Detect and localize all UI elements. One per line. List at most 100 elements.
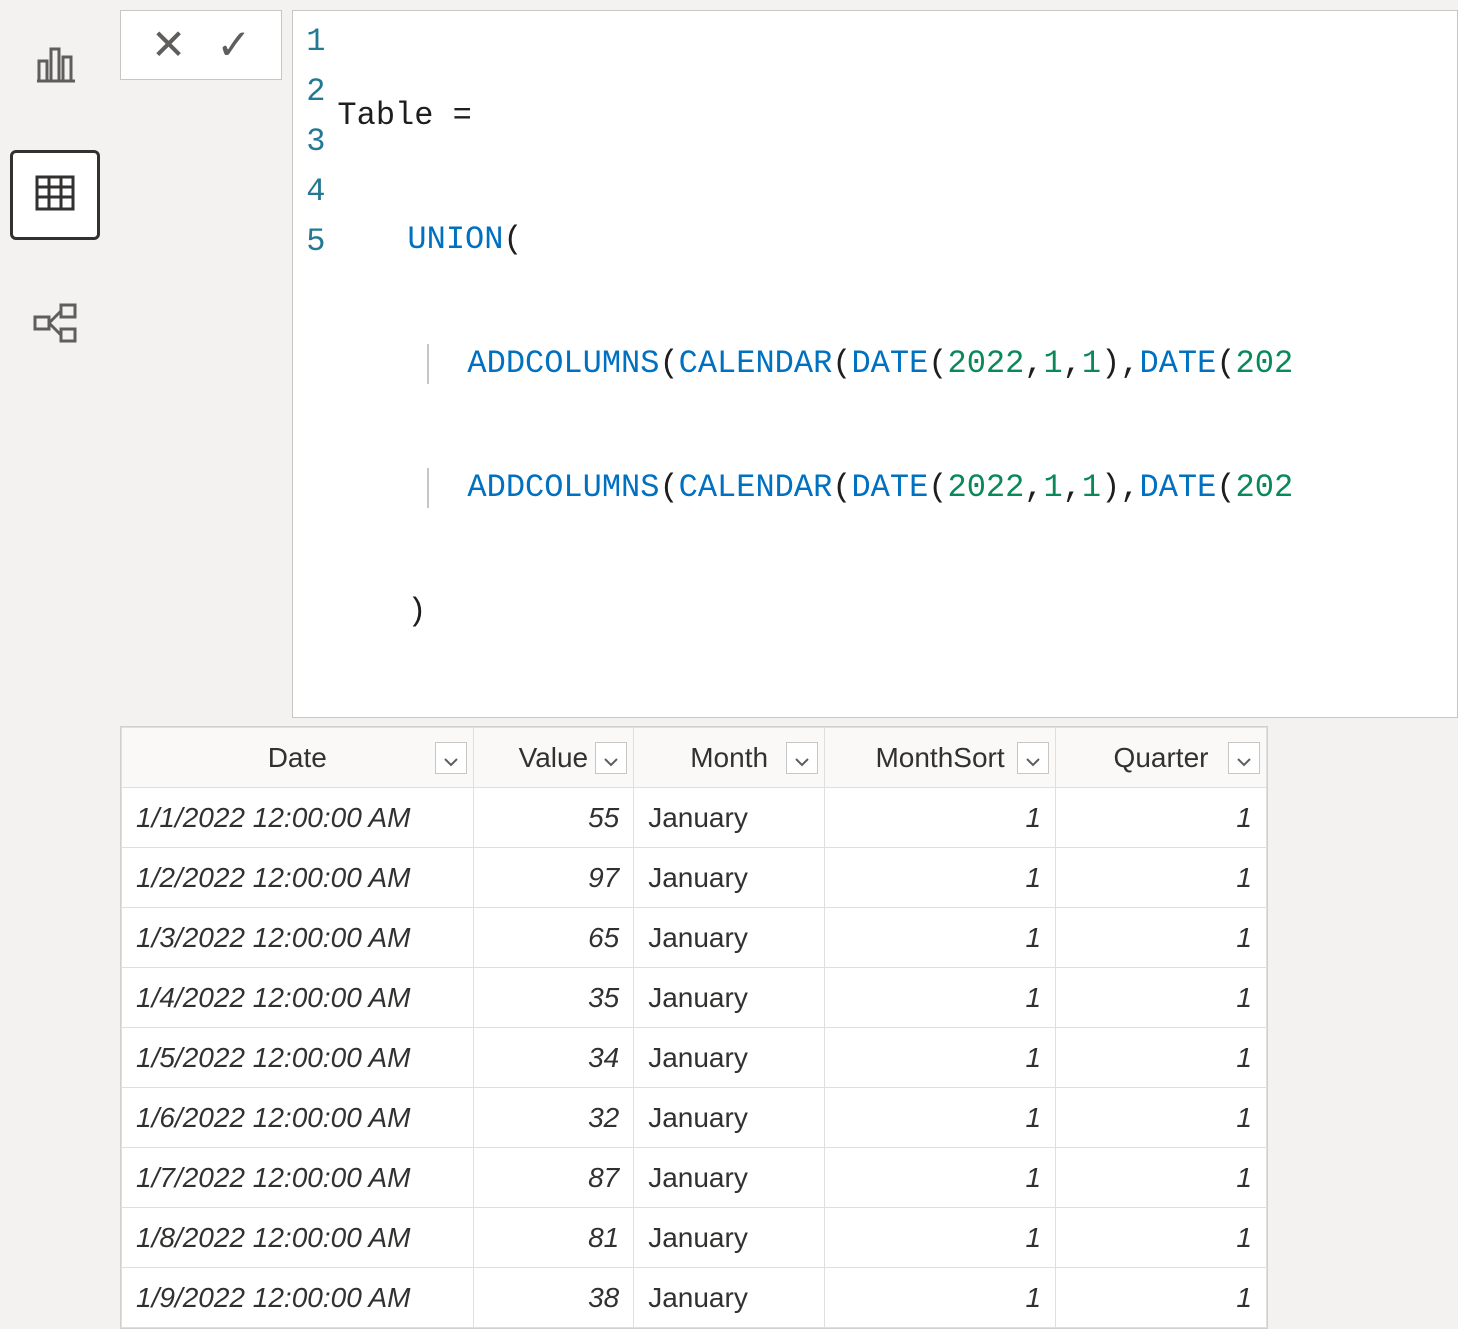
table-row[interactable]: 1/8/2022 12:00:00 AM81January11: [122, 1208, 1267, 1268]
chevron-down-icon: [1237, 742, 1251, 774]
cell-quarter[interactable]: 1: [1056, 968, 1267, 1028]
model-icon: [31, 299, 79, 352]
cell-value[interactable]: 32: [473, 1088, 634, 1148]
chevron-down-icon: [444, 742, 458, 774]
cell-value[interactable]: 34: [473, 1028, 634, 1088]
cell-monthsort[interactable]: 1: [825, 848, 1056, 908]
cell-date[interactable]: 1/6/2022 12:00:00 AM: [122, 1088, 474, 1148]
chevron-down-icon: [795, 742, 809, 774]
code-token: ADDCOLUMNS: [467, 339, 659, 389]
column-header-date[interactable]: Date: [122, 728, 474, 788]
bar-chart-icon: [31, 39, 79, 92]
table-row[interactable]: 1/1/2022 12:00:00 AM55January11: [122, 788, 1267, 848]
table-row[interactable]: 1/6/2022 12:00:00 AM32January11: [122, 1088, 1267, 1148]
code-token: 2022: [947, 339, 1024, 389]
table-row[interactable]: 1/3/2022 12:00:00 AM65January11: [122, 908, 1267, 968]
table-icon: [31, 169, 79, 222]
cell-monthsort[interactable]: 1: [825, 788, 1056, 848]
table-row[interactable]: 1/2/2022 12:00:00 AM97January11: [122, 848, 1267, 908]
column-header-month[interactable]: Month: [634, 728, 825, 788]
cell-monthsort[interactable]: 1: [825, 1208, 1056, 1268]
cell-value[interactable]: 81: [473, 1208, 634, 1268]
cell-date[interactable]: 1/2/2022 12:00:00 AM: [122, 848, 474, 908]
filter-button[interactable]: [1228, 742, 1260, 774]
cell-month[interactable]: January: [634, 1268, 825, 1328]
cell-monthsort[interactable]: 1: [825, 908, 1056, 968]
cancel-formula-button[interactable]: ✕: [151, 24, 186, 66]
cell-month[interactable]: January: [634, 968, 825, 1028]
table-row[interactable]: 1/4/2022 12:00:00 AM35January11: [122, 968, 1267, 1028]
cell-value[interactable]: 35: [473, 968, 634, 1028]
cell-quarter[interactable]: 1: [1056, 1268, 1267, 1328]
commit-formula-button[interactable]: ✓: [216, 24, 251, 66]
cell-month[interactable]: January: [634, 1088, 825, 1148]
editor-gutter: 1 2 3 4 5: [293, 11, 333, 717]
cell-quarter[interactable]: 1: [1056, 848, 1267, 908]
code-token: 1: [1082, 463, 1101, 513]
cell-monthsort[interactable]: 1: [825, 1148, 1056, 1208]
filter-button[interactable]: [435, 742, 467, 774]
cell-date[interactable]: 1/3/2022 12:00:00 AM: [122, 908, 474, 968]
column-header-label: Date: [268, 742, 327, 773]
cell-date[interactable]: 1/9/2022 12:00:00 AM: [122, 1268, 474, 1328]
editor-code[interactable]: Table = UNION( ADDCOLUMNS(CALENDAR(DATE(…: [333, 11, 1293, 717]
nav-model-view[interactable]: [10, 280, 100, 370]
cell-month[interactable]: January: [634, 1028, 825, 1088]
cell-value[interactable]: 55: [473, 788, 634, 848]
cell-value[interactable]: 38: [473, 1268, 634, 1328]
cell-monthsort[interactable]: 1: [825, 1088, 1056, 1148]
cell-date[interactable]: 1/8/2022 12:00:00 AM: [122, 1208, 474, 1268]
nav-data-view[interactable]: [10, 150, 100, 240]
header-row: Date Value Month: [122, 728, 1267, 788]
cell-month[interactable]: January: [634, 848, 825, 908]
cell-month[interactable]: January: [634, 788, 825, 848]
cell-month[interactable]: January: [634, 908, 825, 968]
cell-quarter[interactable]: 1: [1056, 1208, 1267, 1268]
code-token: 2022: [947, 463, 1024, 513]
gutter-line: 3: [293, 117, 325, 167]
cell-month[interactable]: January: [634, 1208, 825, 1268]
cell-value[interactable]: 87: [473, 1148, 634, 1208]
code-token: CALENDAR: [679, 339, 833, 389]
column-header-quarter[interactable]: Quarter: [1056, 728, 1267, 788]
cell-monthsort[interactable]: 1: [825, 968, 1056, 1028]
cell-monthsort[interactable]: 1: [825, 1268, 1056, 1328]
cell-quarter[interactable]: 1: [1056, 788, 1267, 848]
table-row[interactable]: 1/5/2022 12:00:00 AM34January11: [122, 1028, 1267, 1088]
cell-date[interactable]: 1/4/2022 12:00:00 AM: [122, 968, 474, 1028]
filter-button[interactable]: [1017, 742, 1049, 774]
cell-value[interactable]: 65: [473, 908, 634, 968]
code-token: ): [407, 587, 426, 637]
cell-month[interactable]: January: [634, 1148, 825, 1208]
cell-date[interactable]: 1/7/2022 12:00:00 AM: [122, 1148, 474, 1208]
table-row[interactable]: 1/9/2022 12:00:00 AM38January11: [122, 1268, 1267, 1328]
gutter-line: 5: [293, 217, 325, 267]
view-switcher-rail: [0, 0, 110, 970]
column-header-label: MonthSort: [875, 742, 1004, 773]
chevron-down-icon: [604, 742, 618, 774]
code-token: UNION: [407, 215, 503, 265]
cell-quarter[interactable]: 1: [1056, 1148, 1267, 1208]
cell-quarter[interactable]: 1: [1056, 1088, 1267, 1148]
code-token: Table =: [337, 91, 471, 141]
code-token: 1: [1082, 339, 1101, 389]
column-header-monthsort[interactable]: MonthSort: [825, 728, 1056, 788]
filter-button[interactable]: [595, 742, 627, 774]
cell-quarter[interactable]: 1: [1056, 1028, 1267, 1088]
cell-quarter[interactable]: 1: [1056, 908, 1267, 968]
filter-button[interactable]: [786, 742, 818, 774]
nav-report-view[interactable]: [10, 20, 100, 110]
table-row[interactable]: 1/7/2022 12:00:00 AM87January11: [122, 1148, 1267, 1208]
cell-monthsort[interactable]: 1: [825, 1028, 1056, 1088]
code-token: ADDCOLUMNS: [467, 463, 659, 513]
code-token: DATE: [1140, 463, 1217, 513]
cell-date[interactable]: 1/1/2022 12:00:00 AM: [122, 788, 474, 848]
app-root: ✕ ✓ 1 2 3 4 5 Table = UNION( ADDCOLUMNS(…: [0, 0, 1458, 970]
cell-date[interactable]: 1/5/2022 12:00:00 AM: [122, 1028, 474, 1088]
code-token: 1: [1044, 339, 1063, 389]
column-header-value[interactable]: Value: [473, 728, 634, 788]
main-area: ✕ ✓ 1 2 3 4 5 Table = UNION( ADDCOLUMNS(…: [110, 0, 1458, 970]
data-grid: Date Value Month: [120, 726, 1268, 1329]
cell-value[interactable]: 97: [473, 848, 634, 908]
dax-editor[interactable]: 1 2 3 4 5 Table = UNION( ADDCOLUMNS(CALE…: [292, 10, 1458, 718]
